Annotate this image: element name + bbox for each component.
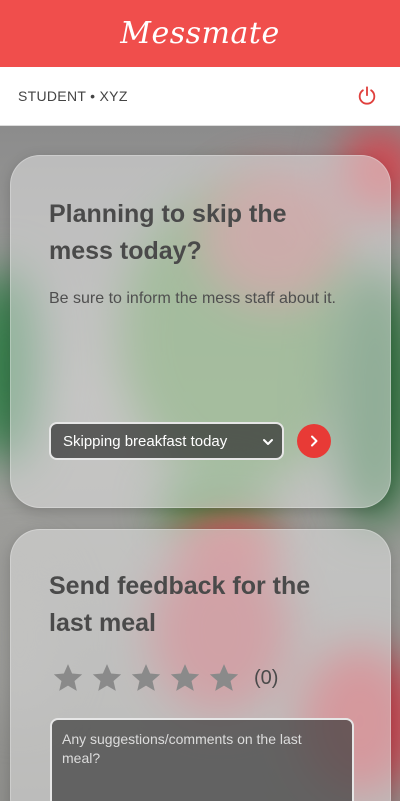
user-bar: STUDENT • XYZ [0,67,400,126]
submit-skip-button[interactable] [297,424,331,458]
feedback-comment-placeholder: Any suggestions/comments on the last mea… [62,731,302,766]
app-header: Messmate [0,0,400,67]
feedback-card: Send feedback for the last meal (0) Any … [10,529,391,801]
star-icon-4[interactable] [168,661,202,695]
app-title: Messmate [120,16,280,51]
chevron-right-icon [311,435,318,447]
star-icon-3[interactable] [129,661,163,695]
star-rating: (0) [51,661,278,695]
rating-count: (0) [254,666,279,689]
feedback-comment-input[interactable]: Any suggestions/comments on the last mea… [50,718,354,801]
feedback-card-title: Send feedback for the last meal [49,572,311,637]
star-icon-1[interactable] [51,661,85,695]
skip-meal-select[interactable]: Skipping breakfast today [49,422,284,460]
skip-mess-card: Planning to skip the mess today? Be sure… [10,155,391,508]
skip-card-subtitle: Be sure to inform the mess staff about i… [49,290,336,307]
power-icon [358,86,376,105]
star-icon-2[interactable] [90,661,124,695]
chevron-down-icon [263,439,273,445]
logout-button[interactable] [354,83,380,109]
skip-card-title: Planning to skip the mess today? [49,200,287,265]
user-label: STUDENT • XYZ [18,88,128,104]
star-icon-5[interactable] [207,661,241,695]
skip-meal-select-value: Skipping breakfast today [63,432,228,450]
